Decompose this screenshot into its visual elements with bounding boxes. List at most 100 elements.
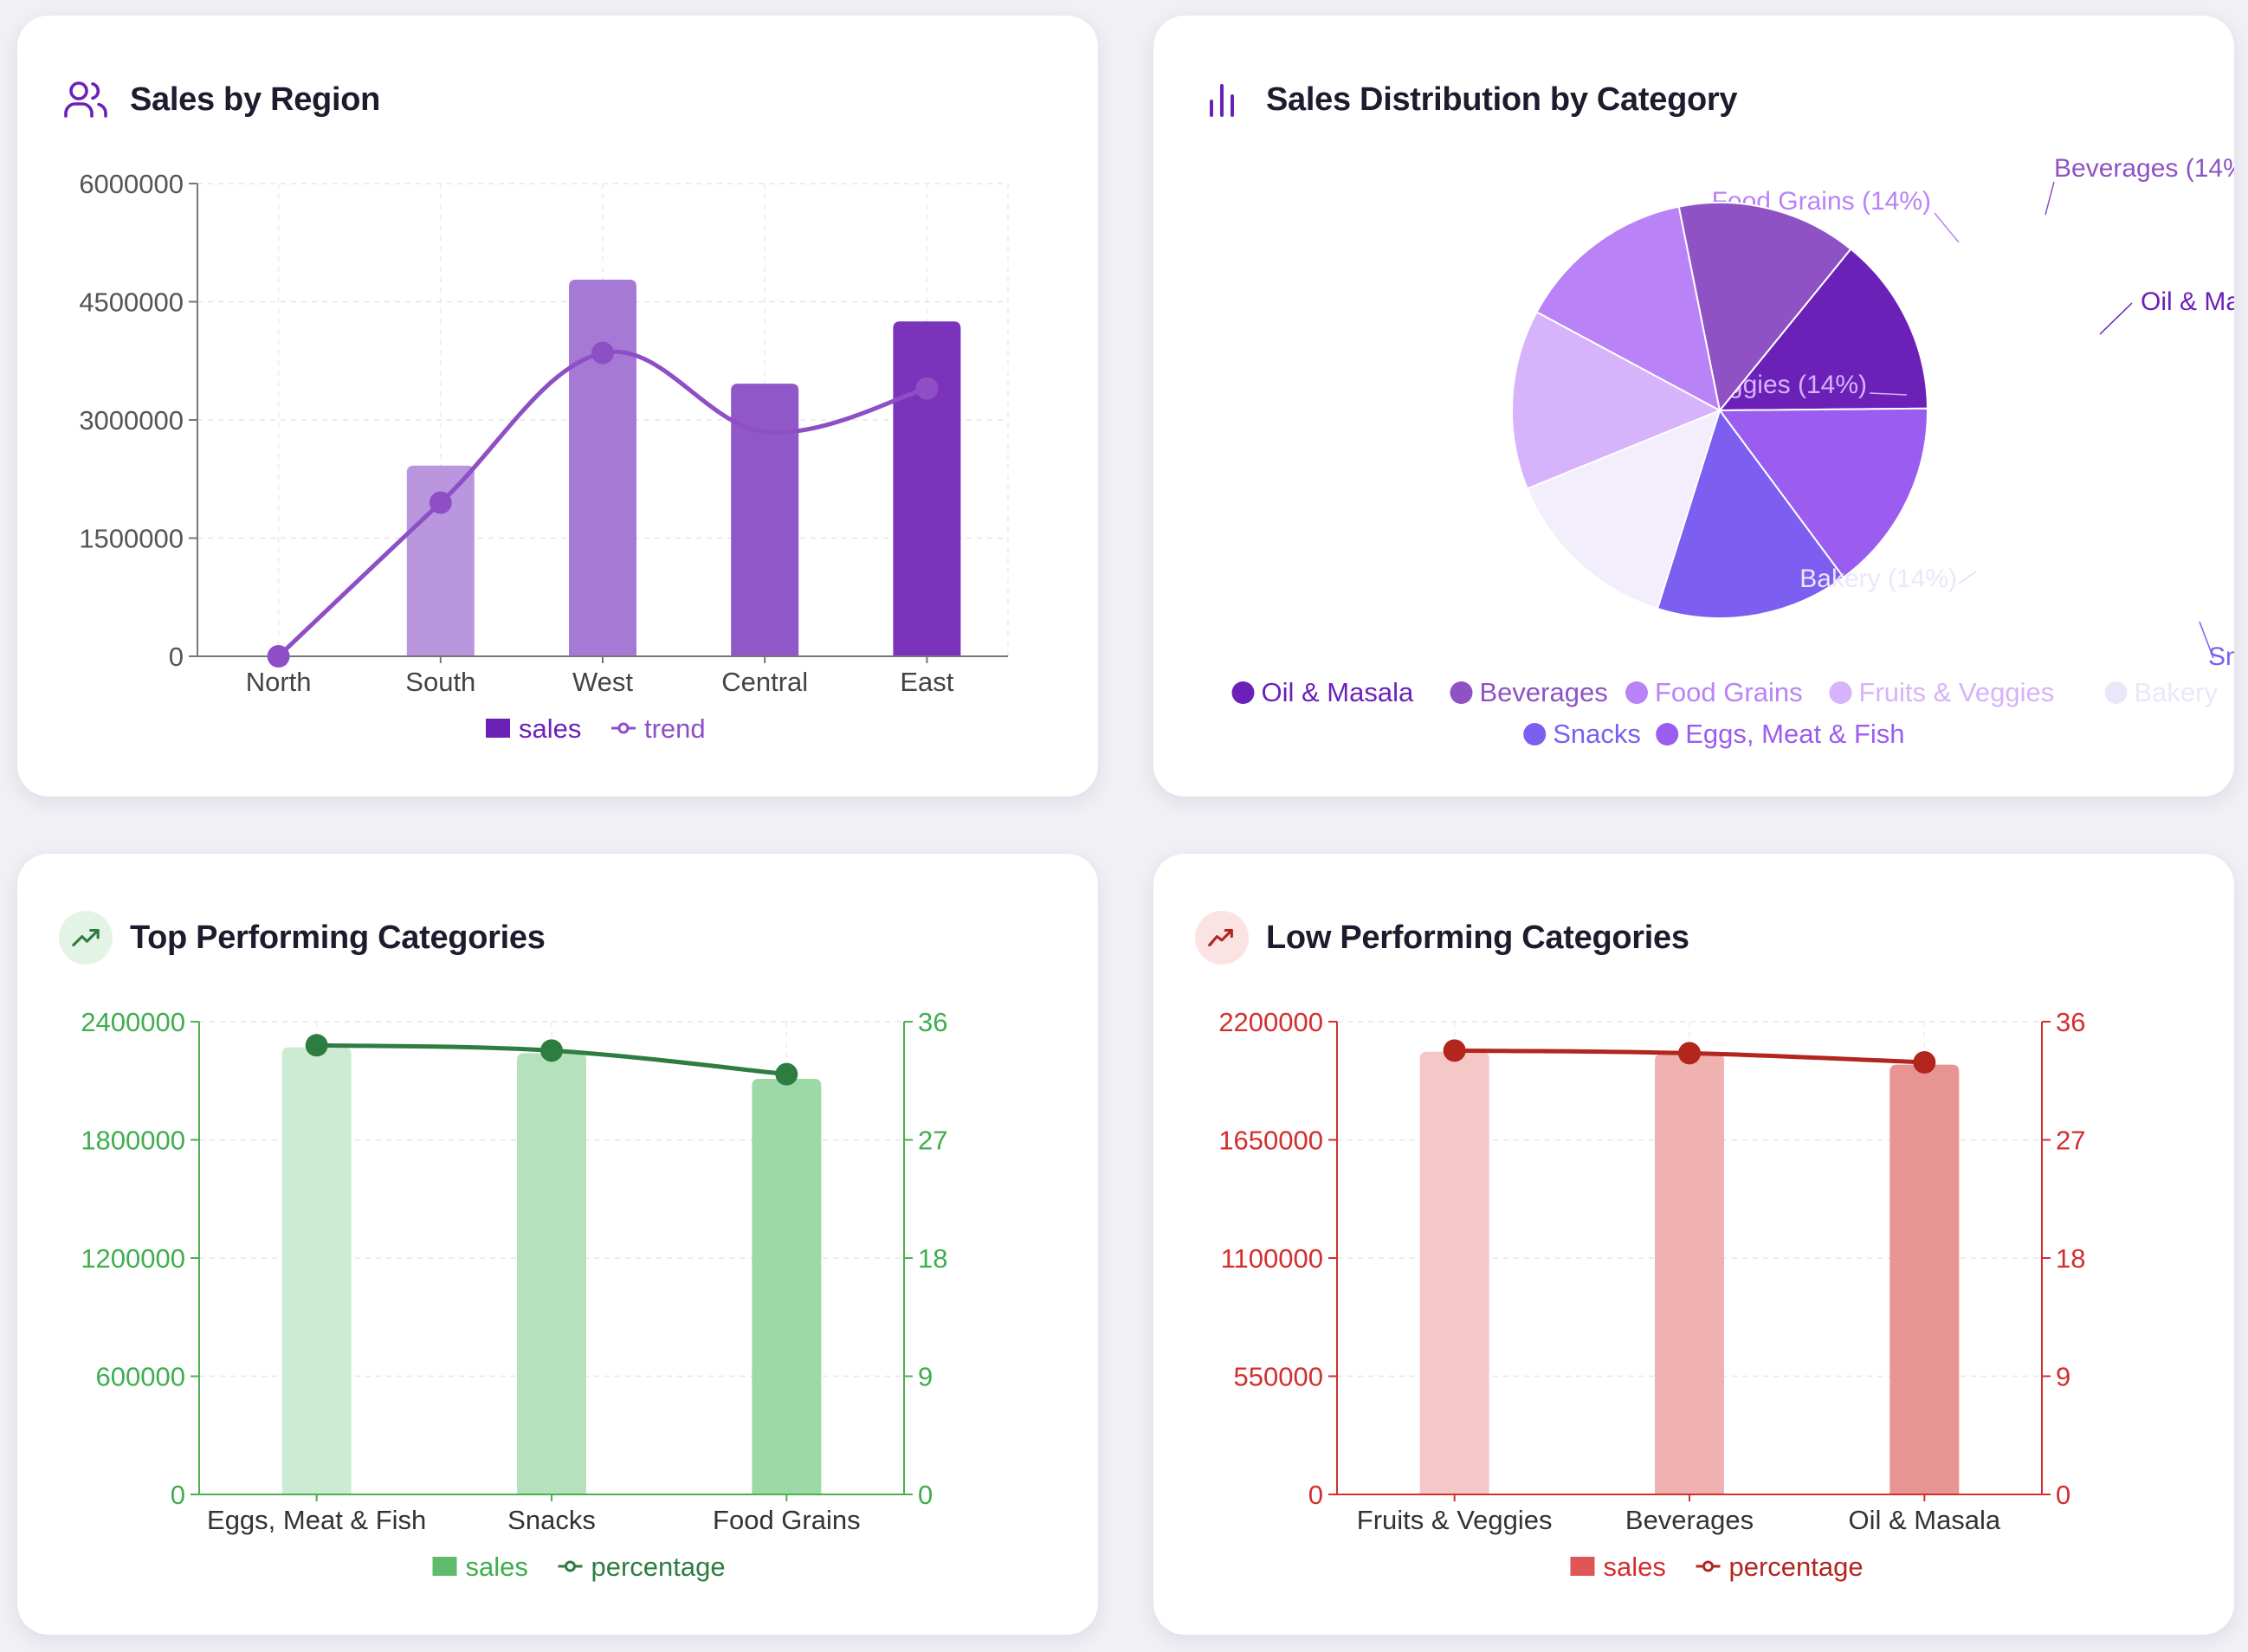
legend-swatch-sales [1570,1557,1595,1576]
legend-swatch-eggs-meat-fish [1656,723,1679,745]
point-west [591,341,614,365]
low-performing-card: Low Performing Categories 0 550000 1100000… [1153,854,2234,1635]
y-tick-label: 4500000 [79,287,184,318]
y2-tick-label: 0 [918,1480,933,1510]
bar-fruits-veggies [1419,1051,1489,1494]
legend-swatch-dot [617,722,630,734]
legend-label-oil-masala: Oil & Masala [1262,677,1414,707]
y2-tick-label: 18 [918,1243,947,1274]
x-tick-label: Central [721,667,808,697]
top-performing-chart: 0 600000 1200000 1800000 2400000 0 9 18 27 36 Eggs… [81,1007,947,1582]
y-tick-label: 1650000 [1218,1126,1323,1156]
legend-label-fruits-veggies: Fruits & Veggies [1859,677,2055,707]
low-performing-chart: 0 550000 1100000 1650000 2200000 0 9 18 27 36 Frui… [1218,1007,2085,1582]
y2-tick-label: 18 [2056,1243,2085,1274]
x-tick-label: Fruits & Veggies [1357,1505,1553,1535]
y-tick-label: 1200000 [81,1243,185,1274]
y-tick-label: 1500000 [79,524,184,554]
bar-east [893,321,961,656]
y-tick-label: 550000 [1234,1362,1323,1392]
y-tick-label: 0 [171,1480,185,1510]
legend: sales percentage [432,1552,726,1582]
legend-swatch-dot [565,1560,576,1572]
x-tick-label: West [572,667,633,697]
x-tick-label: Oil & Masala [1848,1505,2000,1535]
legend-swatch-food-grains [1625,681,1648,704]
point-oil-masala [1913,1051,1936,1074]
legend: sales trend [486,713,706,744]
sales-by-region-card: Sales by Region 0 1500000 3000000 4500000 60… [17,16,1098,797]
y-tick-label: 0 [169,642,184,672]
y2-tick-label: 27 [2056,1126,2085,1156]
bar-west [569,280,636,656]
slice-label: Bakery (14%) [1799,565,1957,593]
slice-label: Beverages (14%) [2054,154,2234,183]
legend-label-beverages: Beverages [1480,677,1608,707]
point-east [915,377,939,400]
x-tick-label: Beverages [1625,1505,1754,1535]
y-tick-label: 6000000 [79,169,184,199]
y-tick-label: 2400000 [81,1007,185,1037]
point-south [429,491,452,514]
bar-snacks [517,1053,586,1494]
top-performing-card: Top Performing Categories 0 600000 1200000… [17,854,1098,1635]
point-eggs-meat-fish [305,1034,328,1057]
y-tick-label: 1100000 [1221,1243,1323,1274]
bar-beverages [1655,1054,1724,1494]
y2-tick-label: 36 [918,1007,947,1037]
bar-eggs-meat-fish [281,1047,352,1494]
legend-label-sales: sales [466,1552,528,1582]
point-food-grains [775,1062,798,1086]
y-tick-label: 0 [1308,1480,1323,1510]
x-tick-label: Eggs, Meat & Fish [207,1505,426,1535]
legend-label-percentage: percentage [1729,1552,1864,1582]
y-tick-label: 2200000 [1218,1007,1323,1037]
point-north [267,645,290,668]
legend-swatch-beverages [1450,681,1473,704]
legend: sales percentage [1570,1552,1864,1582]
sales-distribution-chart: Oil & Masala (14%)Eggs, Meat & Fish (15%… [1231,154,2234,749]
legend-label-sales: sales [519,713,581,744]
x-tick-label: North [246,667,312,697]
sales-distribution-card: Sales Distribution by Category Oil & Ma s… [1153,16,2234,797]
y2-tick-label: 27 [918,1126,947,1156]
legend-swatch-sales [486,719,510,738]
x-tick-label: East [900,667,953,697]
legend-label-trend: trend [644,713,706,744]
legend-swatch-sales [432,1557,457,1576]
y-tick-label: 600000 [96,1362,185,1392]
legend-label-percentage: percentage [591,1552,726,1582]
legend-swatch-dot [1702,1560,1714,1572]
legend-swatch-fruits-veggies [1829,681,1852,704]
y2-tick-label: 9 [2056,1362,2070,1392]
slice-leader-line [1958,571,1977,584]
legend-swatch-bakery [2104,681,2128,704]
y2-tick-label: 9 [918,1362,933,1392]
legend-swatch-oil-masala [1231,681,1255,704]
sales-by-region-chart: 0 1500000 3000000 4500000 6000000 North South W… [79,169,1009,744]
y2-tick-label: 0 [2056,1480,2070,1510]
point-snacks [540,1039,563,1062]
legend-label-snacks: Snacks [1553,719,1641,749]
x-tick-label: South [405,667,475,697]
legend: Oil & Masala Beverages Food Grains Fruits &… [1231,677,2219,749]
slice-label: Oil & Masala (14%) [2141,287,2234,316]
x-tick-label: Food Grains [713,1505,861,1535]
legend-label-eggs-meat-fish: Eggs, Meat & Fish [1685,719,1904,749]
point-fruits-veggies [1443,1039,1466,1062]
slice-leader-line [2045,181,2055,216]
legend-swatch-snacks [1523,723,1547,745]
legend-label-food-grains: Food Grains [1655,677,1803,707]
y-tick-label: 3000000 [79,405,184,436]
slice-leader-line [2099,302,2133,335]
bar-oil-masala [1889,1064,1960,1494]
y2-tick-label: 36 [2056,1007,2085,1037]
x-tick-label: Snacks [507,1505,596,1535]
legend-label-sales: sales [1604,1552,1666,1582]
bar-food-grains [752,1078,822,1494]
point-beverages [1678,1042,1701,1065]
y-tick-label: 1800000 [81,1126,185,1156]
slice-leader-line [1934,212,1960,243]
legend-label-bakery: Bakery [2135,677,2219,707]
slice-label: Snacks (15%) [2208,642,2234,671]
